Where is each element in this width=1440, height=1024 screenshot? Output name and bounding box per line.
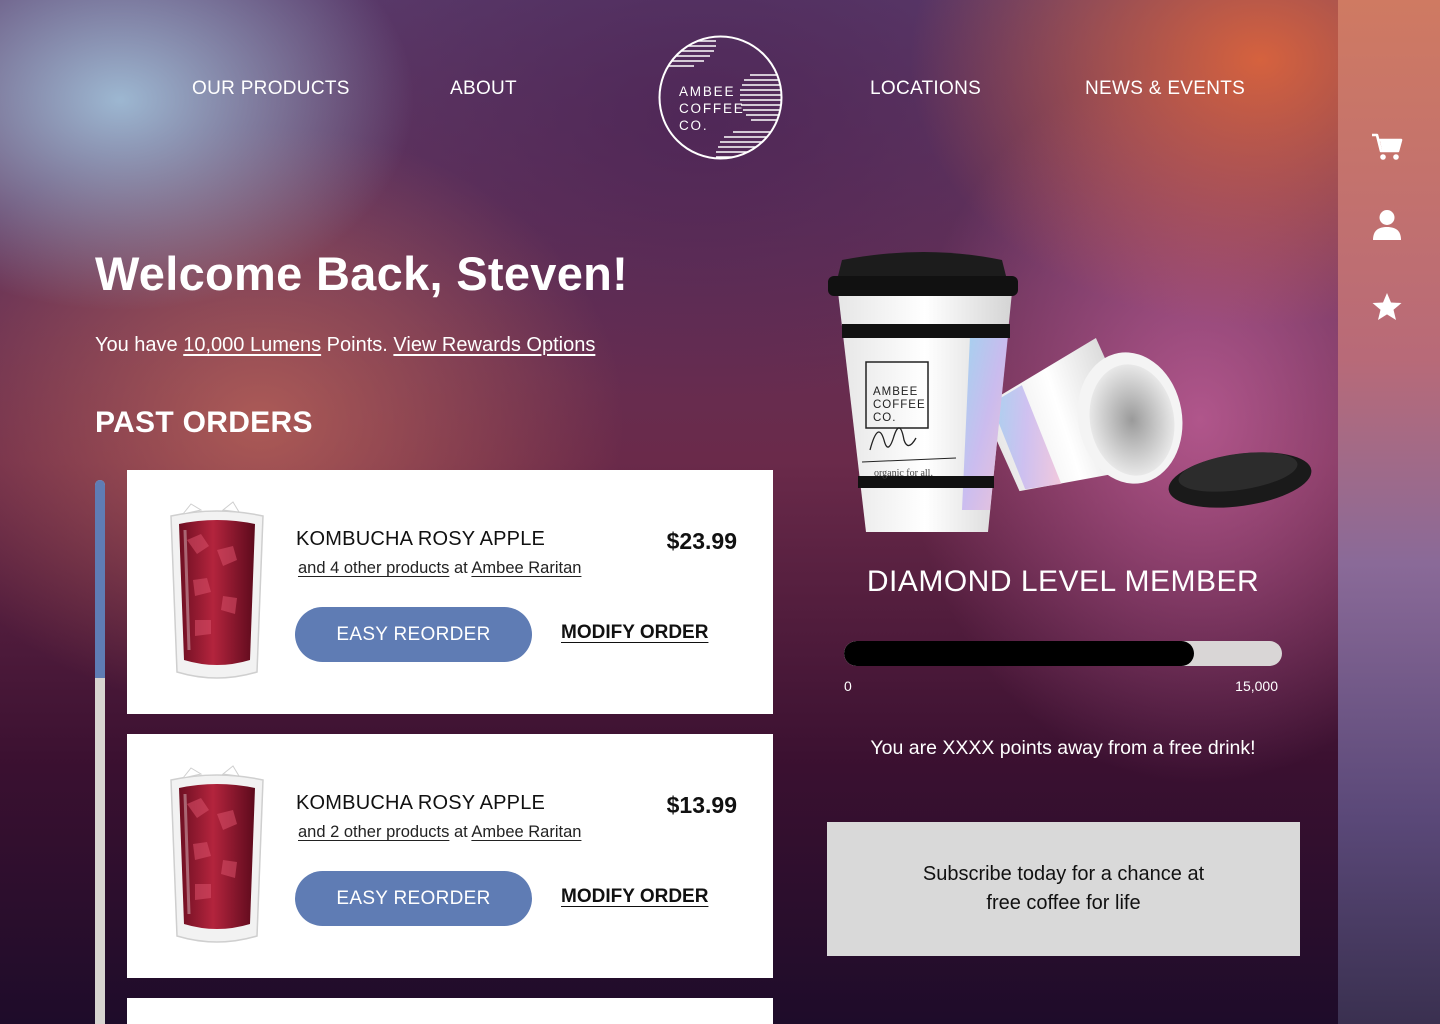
progress-min-label: 0 (844, 678, 852, 694)
lumens-points-link[interactable]: 10,000 Lumens (183, 334, 321, 356)
cup-tagline: organic for all. (874, 468, 933, 479)
nav-our-products[interactable]: OUR PRODUCTS (192, 78, 350, 100)
order-subtitle: and 2 other products at Ambee Raritan (298, 823, 581, 842)
view-rewards-link[interactable]: View Rewards Options (393, 334, 595, 356)
points-prefix: You have (95, 334, 184, 356)
kombucha-glass-image (170, 501, 264, 679)
nav-about[interactable]: ABOUT (450, 78, 517, 100)
cup-label-line-3: CO. (873, 412, 896, 424)
progress-max-label: 15,000 (1235, 678, 1278, 694)
order-card (127, 998, 773, 1024)
cart-icon[interactable] (1370, 130, 1404, 164)
modify-order-link[interactable]: MODIFY ORDER (561, 622, 708, 644)
kombucha-glass-image (170, 765, 264, 943)
logo-wordmark: AMBEE COFFEE CO. (679, 84, 745, 133)
order-price: $13.99 (666, 792, 737, 818)
orders-scrollbar-thumb[interactable] (95, 480, 105, 678)
past-orders-heading: PAST ORDERS (95, 406, 313, 439)
points-away-message: You are XXXX points away from a free dri… (870, 737, 1256, 759)
nav-locations[interactable]: LOCATIONS (870, 78, 981, 100)
order-subtitle: and 4 other products at Ambee Raritan (298, 559, 581, 578)
cup-label-line-1: AMBEE (873, 386, 918, 398)
cup-label-line-2: COFFEE (873, 399, 926, 411)
store-link[interactable]: Ambee Raritan (471, 823, 581, 841)
welcome-title: Welcome Back, Steven! (95, 247, 629, 300)
member-level-title: DIAMOND LEVEL MEMBER (866, 565, 1260, 598)
store-link[interactable]: Ambee Raritan (471, 559, 581, 577)
order-price: $23.99 (666, 528, 737, 554)
easy-reorder-button[interactable]: EASY REORDER (295, 871, 532, 926)
modify-order-link[interactable]: MODIFY ORDER (561, 886, 708, 908)
order-at-text: at (449, 823, 472, 841)
coffee-cups-image: AMBEE COFFEE CO. organic for all. (828, 252, 1312, 532)
brand-logo[interactable]: AMBEE COFFEE CO. (658, 35, 783, 160)
star-icon[interactable] (1370, 289, 1404, 323)
subscribe-text: Subscribe today for a chance at free cof… (922, 863, 1205, 914)
order-product-title: KOMBUCHA ROSY APPLE (296, 528, 546, 550)
order-card: KOMBUCHA ROSY APPLE $13.99 and 2 other p… (127, 734, 773, 978)
other-products-link[interactable]: and 2 other products (298, 823, 449, 841)
order-at-text: at (449, 559, 472, 577)
order-card: KOMBUCHA ROSY APPLE $23.99 and 4 other p… (127, 470, 773, 714)
subscribe-banner[interactable]: Subscribe today for a chance at free cof… (827, 822, 1300, 956)
order-product-title: KOMBUCHA ROSY APPLE (296, 792, 546, 814)
points-progress-bar (844, 641, 1282, 666)
points-progress-fill (844, 641, 1195, 666)
points-mid: Points. (321, 334, 394, 356)
nav-news-events[interactable]: NEWS & EVENTS (1085, 78, 1245, 100)
other-products-link[interactable]: and 4 other products (298, 559, 449, 577)
easy-reorder-button[interactable]: EASY REORDER (295, 607, 532, 662)
points-summary: You have 10,000 Lumens Points. View Rewa… (95, 334, 595, 357)
user-icon[interactable] (1370, 208, 1404, 242)
